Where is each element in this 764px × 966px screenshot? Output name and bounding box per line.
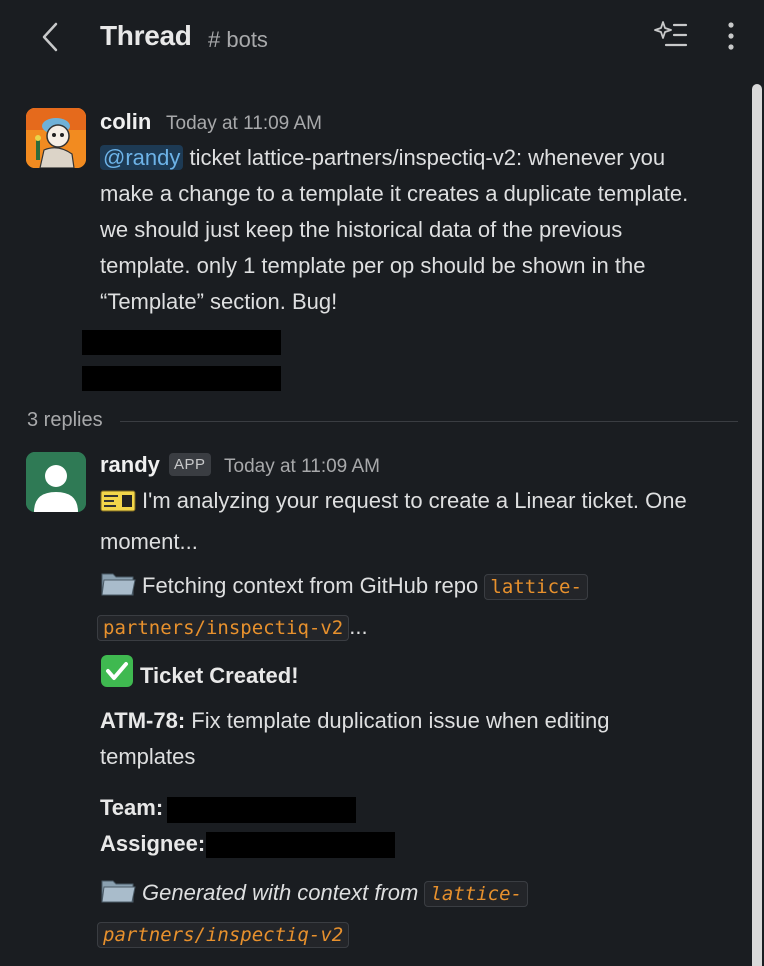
reply-analyzing: I'm analyzing your request to create a L… (100, 488, 687, 554)
channel-link[interactable]: # bots (208, 27, 268, 53)
page-title: Thread (100, 20, 192, 51)
message-line: make a change to a template it creates a… (100, 181, 689, 206)
folder-emoji-icon (100, 568, 136, 609)
message-author[interactable]: colin (100, 109, 151, 135)
assignee-label: Assignee: (100, 831, 206, 856)
repo-code: partners/inspectiq-v2 (97, 615, 350, 641)
ai-summary-button[interactable] (652, 18, 690, 52)
replies-count: 3 replies (27, 409, 103, 431)
divider (120, 421, 738, 422)
sparkle-list-icon (654, 21, 688, 47)
message-timestamp[interactable]: Today at 11:09 AM (166, 113, 322, 135)
generated-context: Generated with context from lattice- par… (97, 875, 750, 953)
message-author[interactable]: randy (100, 452, 160, 478)
more-options-button[interactable] (718, 18, 744, 54)
check-mark-icon (100, 654, 134, 699)
avatar[interactable] (26, 108, 86, 168)
message-line: template. only 1 template per op should … (100, 253, 646, 278)
folder-emoji-icon (100, 875, 136, 916)
user-mention[interactable]: @randy (100, 145, 184, 170)
kebab-menu-icon (728, 22, 734, 50)
message-line: we should just keep the historical data … (100, 217, 623, 242)
redacted-block (82, 366, 281, 391)
app-badge: APP (169, 453, 211, 476)
colin-avatar-icon (26, 108, 86, 168)
back-button[interactable] (34, 18, 66, 56)
chevron-left-icon (42, 22, 58, 52)
redacted-block (206, 832, 395, 858)
thread-header: Thread # bots (0, 0, 764, 80)
repo-code: lattice- (424, 881, 528, 907)
team-label: Team: (100, 795, 164, 820)
message-line: @randy ticket lattice-partners/inspectiq… (100, 140, 750, 176)
message-line: “Template” section. Bug! (100, 289, 338, 314)
ticket-id[interactable]: ATM-78: (100, 708, 185, 733)
repo-code: partners/inspectiq-v2 (97, 922, 350, 948)
ticket-title: ATM-78: Fix template duplication issue w… (100, 708, 610, 769)
message-body: @randy ticket lattice-partners/inspectiq… (100, 140, 750, 320)
user-avatar-icon (26, 452, 86, 512)
scrollbar[interactable] (752, 84, 762, 966)
repo-code: lattice- (484, 574, 588, 600)
reply-fetching: Fetching context from GitHub repo lattic… (97, 568, 750, 646)
redacted-block (82, 330, 281, 355)
ticket-emoji-icon (100, 488, 136, 524)
avatar[interactable] (26, 452, 86, 512)
ticket-created: Ticket Created! (100, 654, 299, 699)
redacted-block (167, 797, 356, 823)
message-timestamp[interactable]: Today at 11:09 AM (224, 456, 380, 478)
